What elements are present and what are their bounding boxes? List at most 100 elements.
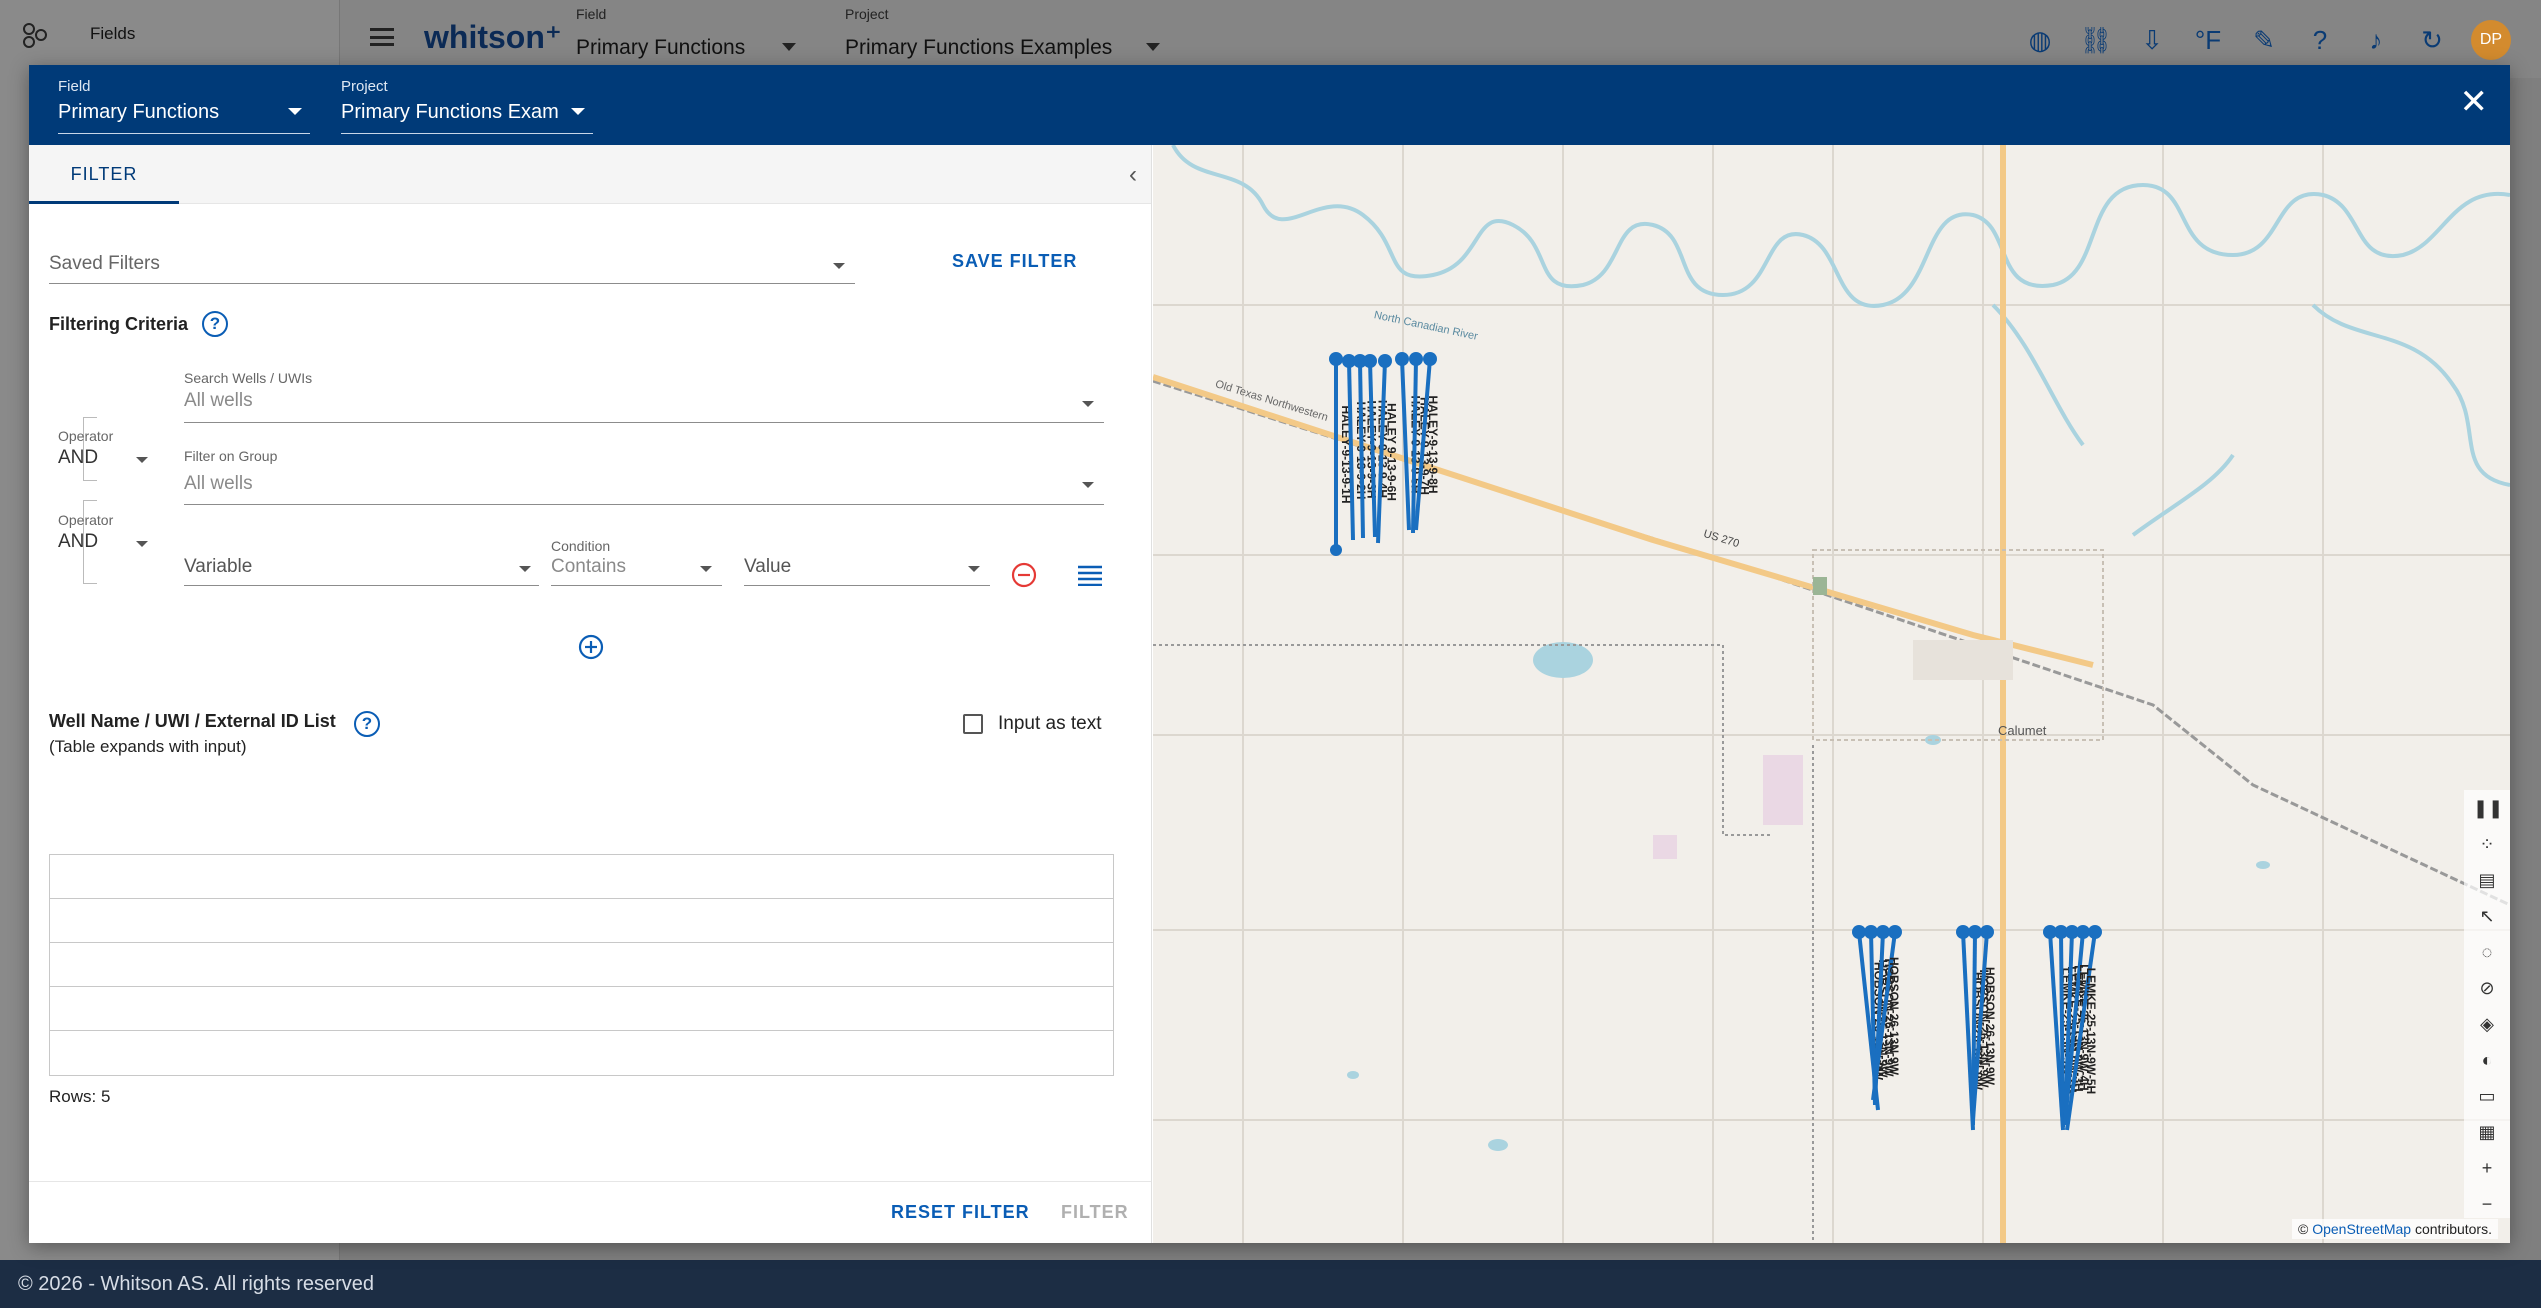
well-trajectory[interactable] xyxy=(2059,931,2065,1128)
add-criteria-icon[interactable] xyxy=(577,633,605,661)
operator-select[interactable]: AND xyxy=(58,531,98,553)
osm-link[interactable]: OpenStreetMap xyxy=(2312,1221,2411,1237)
well-head-marker[interactable] xyxy=(1852,925,1866,939)
ruler-icon[interactable]: ▭ xyxy=(2473,1082,2501,1110)
copyright-text: © 2026 - Whitson AS. All rights reserved xyxy=(18,1273,375,1295)
well-trajectory[interactable] xyxy=(1368,360,1377,538)
help-icon[interactable]: ? xyxy=(2303,23,2337,57)
well-head-marker[interactable] xyxy=(1409,352,1423,366)
map-view[interactable]: HALEY-9-13-9-1HHALEY 9-13-9-2HHALEY-9-13… xyxy=(1153,145,2510,1243)
scatter-icon[interactable]: ⁘ xyxy=(2473,830,2501,858)
search-wells-input[interactable]: All wells xyxy=(184,390,253,412)
well-toe-marker[interactable] xyxy=(1330,544,1342,556)
layers-icon[interactable]: ◈ xyxy=(2473,1010,2501,1038)
refresh-icon[interactable]: ↻ xyxy=(2415,23,2449,57)
app-footer: © 2026 - Whitson AS. All rights reserved xyxy=(0,1260,2541,1308)
pause-icon[interactable]: ❚❚ xyxy=(2473,794,2503,822)
download-icon[interactable]: ⇩ xyxy=(2135,23,2169,57)
well-list-title: Well Name / UWI / External ID List xyxy=(49,711,336,731)
close-icon[interactable]: ✕ xyxy=(2460,85,2489,119)
chevron-down-icon[interactable] xyxy=(700,566,712,572)
operator-label: Operator xyxy=(58,428,114,444)
chevron-down-icon[interactable] xyxy=(833,263,845,269)
document-icon[interactable]: ▤ xyxy=(2473,866,2501,894)
eye-off-icon[interactable]: ⊘ xyxy=(2473,974,2501,1002)
chevron-down-icon[interactable] xyxy=(136,541,148,547)
well-head-marker[interactable] xyxy=(2088,925,2102,939)
well-head-marker[interactable] xyxy=(1329,352,1343,366)
modal-header: Field Primary Functions Project Primary … xyxy=(29,65,2510,145)
help-icon[interactable]: ? xyxy=(202,311,228,337)
well-trajectory[interactable] xyxy=(1411,358,1418,534)
header-project-value[interactable]: Primary Functions Examples xyxy=(845,36,1112,60)
header-field-value[interactable]: Primary Functions xyxy=(576,36,745,60)
apps-icon[interactable] xyxy=(22,22,48,48)
modal-project-select[interactable]: Project Primary Functions Examp xyxy=(341,78,593,134)
chevron-down-icon[interactable] xyxy=(1082,482,1094,488)
well-trajectory[interactable] xyxy=(1347,360,1355,541)
modal-project-value: Primary Functions Examp xyxy=(341,101,559,123)
group-label: Filter on Group xyxy=(184,448,278,464)
well-label: HALEY-9-13-9-8H xyxy=(1426,395,1440,493)
list-icon[interactable] xyxy=(1077,564,1103,586)
filter-modal: Field Primary Functions Project Primary … xyxy=(29,65,2510,1243)
remove-circle-icon[interactable] xyxy=(1010,561,1038,589)
value-select[interactable]: Value xyxy=(744,556,791,578)
chevron-down-icon[interactable] xyxy=(571,108,585,115)
well-head-marker[interactable] xyxy=(1876,925,1890,939)
temperature-unit-toggle[interactable]: °F xyxy=(2191,23,2225,57)
search-wells-label: Search Wells / UWIs xyxy=(184,370,313,386)
table-row[interactable] xyxy=(50,1031,1113,1075)
zoom-out-icon[interactable]: − xyxy=(2473,1190,2501,1218)
link-icon[interactable]: ⛓ xyxy=(2079,23,2113,57)
group-select[interactable]: All wells xyxy=(184,473,253,495)
variable-select[interactable]: Variable xyxy=(184,556,252,578)
feedback-icon[interactable]: ✎ xyxy=(2247,23,2281,57)
table-row[interactable] xyxy=(50,899,1113,943)
bell-icon[interactable]: ♪ xyxy=(2359,23,2393,57)
condition-select[interactable]: Contains xyxy=(551,556,626,578)
well-label: HALEY 9-13-9-6H xyxy=(1385,403,1399,501)
reset-filter-button[interactable]: RESET FILTER xyxy=(891,1202,1030,1223)
save-filter-button[interactable]: SAVE FILTER xyxy=(952,251,1077,272)
map-canvas: HALEY-9-13-9-1HHALEY 9-13-9-2HHALEY-9-13… xyxy=(1153,145,2510,1243)
help-icon[interactable]: ? xyxy=(354,711,380,737)
chevron-down-icon[interactable] xyxy=(136,457,148,463)
saved-filters-select[interactable]: Saved Filters xyxy=(49,253,160,275)
well-head-marker[interactable] xyxy=(1864,925,1878,939)
apply-filter-button[interactable]: FILTER xyxy=(1061,1202,1129,1223)
chevron-down-icon[interactable] xyxy=(968,566,980,572)
chevron-left-icon[interactable]: ‹ xyxy=(1129,161,1137,189)
avatar[interactable]: DP xyxy=(2471,20,2511,60)
operator-select[interactable]: AND xyxy=(58,447,98,469)
table-row[interactable] xyxy=(50,855,1113,899)
well-head-marker[interactable] xyxy=(1378,354,1392,368)
chevron-down-icon[interactable] xyxy=(1146,43,1160,51)
well-head-marker[interactable] xyxy=(1888,925,1902,939)
well-head-marker[interactable] xyxy=(1363,354,1377,368)
well-head-marker[interactable] xyxy=(1968,925,1982,939)
chevron-down-icon[interactable] xyxy=(519,566,531,572)
pointer-icon[interactable]: ↖ xyxy=(2473,902,2501,930)
chevron-down-icon[interactable] xyxy=(782,43,796,51)
condition-label: Condition xyxy=(551,538,611,554)
menu-icon[interactable] xyxy=(370,28,394,46)
well-head-marker[interactable] xyxy=(2076,925,2090,939)
table-row[interactable] xyxy=(50,943,1113,987)
well-head-marker[interactable] xyxy=(1980,925,1994,939)
input-as-text-checkbox[interactable] xyxy=(963,714,983,734)
chevron-down-icon[interactable] xyxy=(1082,401,1094,407)
table-row[interactable] xyxy=(50,987,1113,1031)
well-head-marker[interactable] xyxy=(1395,352,1409,366)
globe-icon[interactable]: ◍ xyxy=(2023,23,2057,57)
well-head-marker[interactable] xyxy=(1956,925,1970,939)
well-head-marker[interactable] xyxy=(1423,352,1437,366)
well-trajectory[interactable] xyxy=(1358,360,1365,539)
modal-field-select[interactable]: Field Primary Functions xyxy=(58,78,310,134)
lasso-select-icon[interactable]: ◌ xyxy=(2473,938,2501,966)
chevron-down-icon[interactable] xyxy=(288,108,302,115)
grid-select-icon[interactable]: ▦ xyxy=(2473,1118,2501,1146)
palette-icon[interactable]: ◐ xyxy=(2473,1046,2501,1074)
tab-filter[interactable]: FILTER xyxy=(29,145,179,204)
zoom-in-icon[interactable]: + xyxy=(2473,1154,2501,1182)
